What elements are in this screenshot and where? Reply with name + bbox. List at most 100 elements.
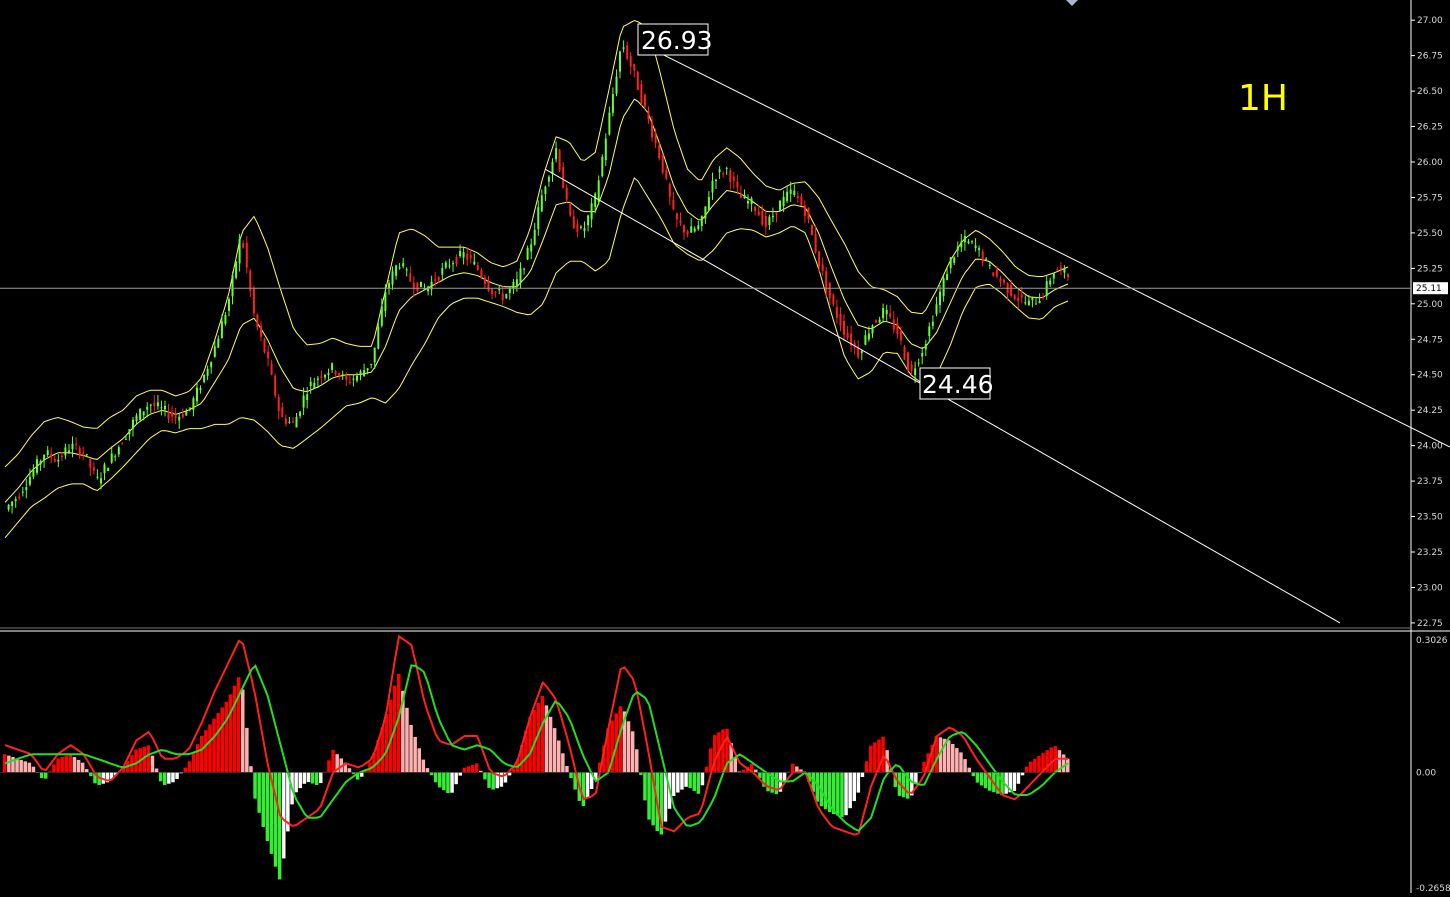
candle-body xyxy=(437,277,440,281)
macd-histogram-bar xyxy=(134,749,138,773)
price-tick-label: 24.25 xyxy=(1417,406,1443,416)
candle-body xyxy=(985,258,988,260)
candle-body xyxy=(50,453,53,458)
macd-histogram-bar xyxy=(548,716,553,773)
macd-histogram-bar xyxy=(60,757,64,773)
macd-histogram-bar xyxy=(540,695,545,773)
candle-body xyxy=(7,504,10,510)
candle-body xyxy=(494,291,497,293)
candle-body xyxy=(579,226,582,228)
candle-body xyxy=(832,294,835,305)
candle-body xyxy=(498,289,501,291)
macd-tick-label: 0.00 xyxy=(1416,768,1436,778)
candle-body xyxy=(295,416,298,428)
candle-body xyxy=(1003,279,1005,283)
macd-histogram-bar xyxy=(429,772,434,776)
candle-body xyxy=(512,282,515,289)
price-tick-label: 24.75 xyxy=(1417,335,1443,345)
macd-histogram-bar xyxy=(409,724,413,773)
trading-chart[interactable]: 27.00 26.75 26.50 26.25 26.00 25.75 25.50 25.25… xyxy=(0,0,1450,894)
chart-canvas[interactable]: 27.00 26.75 26.50 26.25 26.00 25.75 25.50 25.25… xyxy=(0,0,1450,894)
candle-body xyxy=(572,216,575,229)
macd-histogram-bar xyxy=(1012,772,1017,791)
candle-body xyxy=(530,244,533,252)
macd-histogram-bar xyxy=(187,761,192,773)
price-tick-label: 25.25 xyxy=(1417,264,1443,274)
candle-body xyxy=(764,216,767,227)
candle-body xyxy=(519,268,522,283)
candle-body xyxy=(821,264,824,271)
macd-histogram-bar xyxy=(626,721,631,773)
candle-body xyxy=(1010,284,1013,296)
macd-histogram-bar xyxy=(643,772,647,801)
candle-body xyxy=(587,215,590,226)
macd-histogram-bar xyxy=(647,772,651,820)
candle-body xyxy=(124,438,127,440)
candle-body xyxy=(1035,303,1037,305)
candle-body xyxy=(654,134,657,144)
candle-body xyxy=(441,268,444,275)
candle-body xyxy=(757,211,760,216)
candle-body xyxy=(882,308,885,319)
candle-body xyxy=(611,94,614,113)
candle-body xyxy=(103,464,106,474)
macd-histogram-bar xyxy=(405,707,409,773)
macd-histogram-bar xyxy=(901,772,906,798)
candle-body xyxy=(210,361,213,368)
macd-histogram-bar xyxy=(331,749,335,773)
macd-histogram-bar xyxy=(442,772,446,791)
candle-body xyxy=(384,291,387,312)
macd-histogram-bar xyxy=(80,762,85,773)
candle-body xyxy=(217,338,220,348)
candle-body xyxy=(57,459,60,462)
candle-body xyxy=(370,364,373,365)
candle-body xyxy=(928,326,931,336)
candle-body xyxy=(661,154,664,173)
candle-body xyxy=(1038,301,1041,304)
candle-body xyxy=(576,224,579,232)
macd-histogram-bar xyxy=(31,766,36,773)
candle-body xyxy=(452,263,454,265)
macd-histogram-bar xyxy=(860,772,865,777)
candle-body xyxy=(1059,267,1062,270)
candle-body xyxy=(341,374,344,376)
candle-body xyxy=(405,269,408,271)
candle-body xyxy=(462,252,465,258)
candle-body xyxy=(1020,294,1023,298)
macd-histogram-bar xyxy=(458,772,462,776)
macd-histogram-bar xyxy=(310,772,315,784)
candle-body xyxy=(110,453,113,463)
price-tick-label: 26.75 xyxy=(1417,52,1443,62)
candle-body xyxy=(899,330,902,341)
macd-histogram-bar xyxy=(676,772,680,793)
candle-body xyxy=(992,272,995,277)
candle-body xyxy=(1031,297,1034,301)
candle-body xyxy=(597,180,600,202)
price-tick-label: 24.50 xyxy=(1417,371,1443,381)
swing-high-label: 26.93 xyxy=(641,26,713,55)
candle-body xyxy=(515,279,518,286)
candle-body xyxy=(1017,298,1020,301)
candle-body xyxy=(686,231,689,235)
candle-body xyxy=(487,281,490,291)
candle-body xyxy=(388,283,390,288)
candle-body xyxy=(988,264,991,266)
macd-histogram-bar xyxy=(421,759,426,773)
macd-histogram-bar xyxy=(474,763,479,773)
candle-body xyxy=(476,265,479,270)
candle-body xyxy=(750,198,753,204)
candle-body xyxy=(942,278,945,297)
macd-histogram-bar xyxy=(483,772,487,780)
candle-body xyxy=(78,448,81,456)
candle-body xyxy=(377,326,380,349)
macd-histogram-bar xyxy=(253,772,257,799)
macd-histogram-bar xyxy=(183,767,187,773)
candle-body xyxy=(914,368,917,376)
candle-body xyxy=(675,213,678,220)
candle-body xyxy=(100,478,102,484)
candle-body xyxy=(825,271,828,291)
candle-body xyxy=(348,382,351,383)
candle-body xyxy=(135,415,138,421)
macd-histogram-bar xyxy=(232,685,237,773)
macd-histogram-bar xyxy=(844,772,848,816)
